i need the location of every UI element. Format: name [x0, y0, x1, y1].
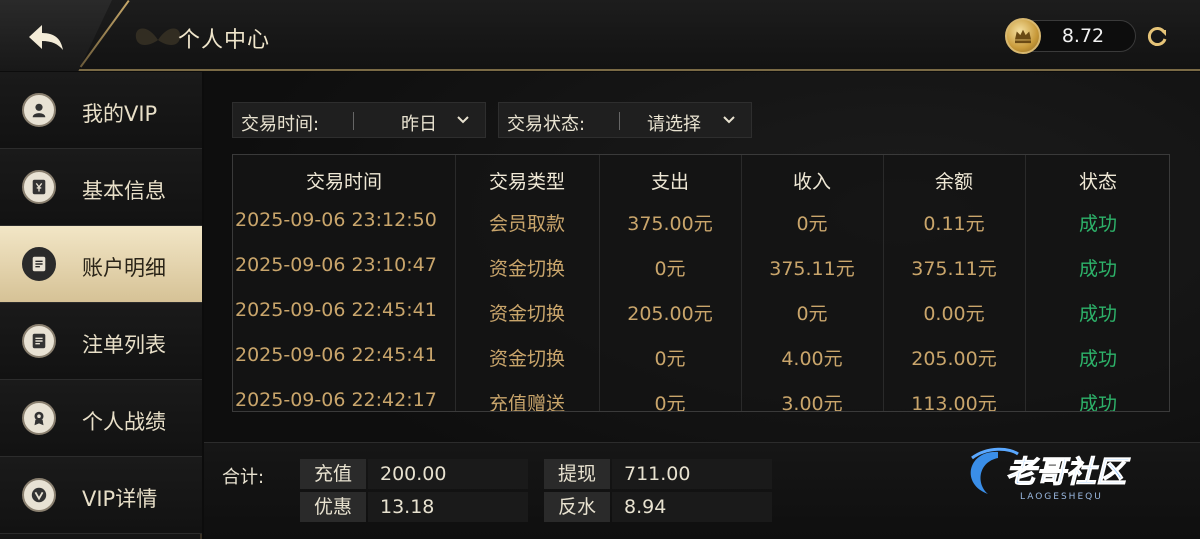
sidebar-item-label: 个人战绩 — [82, 410, 166, 434]
sidebar-item-my-vip[interactable]: 我的VIP — [0, 72, 202, 149]
cell-type: 资金切换 — [488, 258, 565, 280]
cell-expense: 0元 — [654, 348, 686, 370]
column-header-balance: 余额 — [934, 171, 973, 193]
cell-income: 0元 — [796, 303, 828, 325]
cell-time: 2025-09-06 22:42:17 — [235, 389, 437, 411]
cell-expense: 375.00元 — [627, 213, 713, 235]
sidebar-item-label: 我的VIP — [82, 102, 158, 126]
cell-balance: 0.00元 — [923, 303, 985, 325]
cell-income: 0元 — [796, 213, 828, 235]
cell-status: 成功 — [1078, 348, 1117, 370]
cell-type: 会员取款 — [488, 213, 565, 235]
rebate-tag: 反水 — [544, 492, 610, 522]
user-icon — [22, 93, 56, 127]
back-arrow-icon — [29, 25, 63, 50]
medal-icon — [22, 401, 56, 435]
cell-status: 成功 — [1078, 213, 1117, 235]
cell-income: 375.11元 — [769, 258, 855, 280]
cell-type: 充值赠送 — [488, 393, 565, 412]
back-button[interactable] — [0, 0, 112, 71]
sidebar-item-account-details[interactable]: 账户明细 — [0, 226, 202, 303]
cell-expense: 205.00元 — [627, 303, 713, 325]
recharge-value: 200.00 — [368, 459, 528, 489]
transactions-table[interactable]: 交易时间 交易类型 支出 收入 余额 状态 2025-09-06 23:12:5… — [232, 154, 1170, 412]
top-header: 个人中心 8.72 — [0, 0, 1200, 71]
cell-status: 成功 — [1078, 303, 1117, 325]
cell-income: 4.00元 — [781, 348, 843, 370]
cell-expense: 0元 — [654, 258, 686, 280]
cell-balance: 205.00元 — [911, 348, 997, 370]
cell-time: 2025-09-06 23:10:47 — [235, 254, 437, 276]
cell-time: 2025-09-06 22:45:41 — [235, 299, 437, 321]
rebate-value: 8.94 — [612, 492, 772, 522]
yen-doc-icon — [22, 170, 56, 204]
list-icon — [22, 324, 56, 358]
sidebar-item-label: 注单列表 — [82, 333, 166, 357]
crown-coin-icon — [1005, 18, 1041, 54]
column-header-type: 交易类型 — [488, 171, 565, 193]
discount-tag: 优惠 — [300, 492, 366, 522]
discount-value: 13.18 — [368, 492, 528, 522]
cell-time: 2025-09-06 23:12:50 — [235, 209, 437, 231]
refresh-icon[interactable] — [1144, 24, 1170, 50]
withdraw-value: 711.00 — [612, 459, 772, 489]
chevron-down-icon — [457, 116, 469, 124]
filter-divider — [353, 112, 354, 130]
cell-status: 成功 — [1078, 258, 1117, 280]
column-header-time: 交易时间 — [305, 171, 382, 193]
withdraw-tag: 提现 — [544, 459, 610, 489]
sidebar-item-bet-list[interactable]: 注单列表 — [0, 303, 202, 380]
cell-status: 成功 — [1078, 393, 1117, 412]
svg-text:LAOGESHEQU: LAOGESHEQU — [1020, 492, 1103, 502]
chevron-down-icon — [723, 116, 735, 124]
cell-balance: 375.11元 — [911, 258, 997, 280]
cell-balance: 0.11元 — [923, 213, 985, 235]
sidebar-item-personal-record[interactable]: 个人战绩 — [0, 380, 202, 457]
column-header-expense: 支出 — [650, 171, 689, 193]
cell-balance: 113.00元 — [911, 393, 997, 412]
recharge-tag: 充值 — [300, 459, 366, 489]
cell-time: 2025-09-06 22:45:41 — [235, 344, 437, 366]
vip-badge-icon — [22, 478, 56, 512]
time-filter-dropdown[interactable]: 交易时间: 昨日 — [232, 102, 486, 138]
svg-text:老哥社区: 老哥社区 — [1006, 455, 1131, 490]
status-filter-value: 请选择 — [647, 114, 701, 135]
laoge-community-watermark: 老哥社区 LAOGESHEQU — [970, 447, 1131, 502]
page-title: 个人中心 — [178, 28, 271, 53]
balance-value: 8.72 — [1061, 25, 1105, 47]
column-header-income: 收入 — [792, 171, 831, 193]
time-filter-label: 交易时间: — [241, 114, 320, 135]
summary-label: 合计: — [222, 467, 265, 488]
sidebar-item-basic-info[interactable]: 基本信息 — [0, 149, 202, 226]
sidebar-item-label: 账户明细 — [82, 256, 166, 280]
sidebar-item-label: 基本信息 — [82, 179, 166, 203]
filter-divider — [619, 112, 620, 130]
cell-expense: 0元 — [654, 393, 686, 412]
ledger-icon — [22, 247, 56, 281]
status-filter-dropdown[interactable]: 交易状态: 请选择 — [498, 102, 752, 138]
time-filter-value: 昨日 — [401, 114, 437, 135]
cell-income: 3.00元 — [781, 393, 843, 412]
status-filter-label: 交易状态: — [507, 114, 586, 135]
cell-type: 资金切换 — [488, 348, 565, 370]
cell-type: 资金切换 — [488, 303, 565, 325]
sidebar: 我的VIP 基本信息 账户明细 注单列表 个人战绩 VIP详情 — [0, 72, 202, 539]
column-header-status: 状态 — [1078, 171, 1117, 193]
sidebar-item-vip-details[interactable]: VIP详情 — [0, 457, 202, 534]
sidebar-item-label: VIP详情 — [82, 487, 158, 511]
